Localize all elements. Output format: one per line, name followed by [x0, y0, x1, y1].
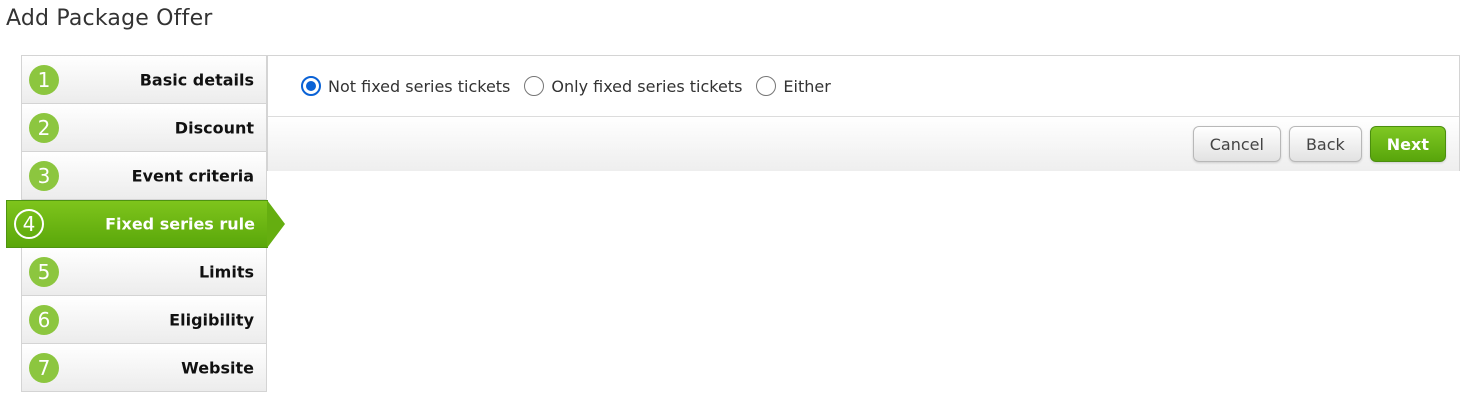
step-number-icon: 1	[29, 64, 59, 95]
fixed-series-panel: Not fixed series tickets Only fixed seri…	[267, 55, 1460, 171]
back-button[interactable]: Back	[1288, 126, 1362, 162]
radio-label: Either	[783, 76, 831, 96]
step-label: Fixed series rule	[105, 214, 255, 234]
radio-label: Only fixed series tickets	[551, 76, 743, 96]
action-bar: Cancel Back Next	[268, 116, 1459, 171]
step-number-icon: 3	[29, 160, 59, 191]
step-limits[interactable]: 5 Limits	[21, 248, 267, 296]
step-label: Limits	[198, 262, 254, 281]
step-label: Basic details	[139, 70, 254, 89]
radio-option-not-fixed[interactable]: Not fixed series tickets	[301, 76, 510, 96]
step-label: Website	[181, 358, 254, 377]
step-number-icon: 5	[29, 256, 59, 287]
radio-button[interactable]	[756, 76, 777, 96]
step-label: Event criteria	[131, 166, 254, 185]
radio-button[interactable]	[524, 76, 545, 96]
fixed-series-radio-group: Not fixed series tickets Only fixed seri…	[268, 56, 1459, 116]
step-eligibility[interactable]: 6 Eligibility	[21, 296, 267, 344]
page-title: Add Package Offer	[6, 6, 213, 31]
wizard-steps: 1 Basic details 2 Discount 3 Event crite…	[6, 55, 285, 392]
step-number-icon: 6	[29, 304, 59, 335]
step-number-icon: 4	[14, 209, 44, 239]
cancel-button[interactable]: Cancel	[1192, 126, 1281, 162]
radio-label: Not fixed series tickets	[328, 76, 511, 96]
next-button[interactable]: Next	[1369, 126, 1446, 162]
radio-option-only-fixed[interactable]: Only fixed series tickets	[524, 76, 742, 96]
step-number-icon: 7	[29, 352, 59, 383]
step-label: Eligibility	[169, 310, 254, 329]
step-discount[interactable]: 2 Discount	[21, 104, 267, 152]
step-number-icon: 2	[29, 112, 59, 143]
step-fixed-series-rule[interactable]: 4 Fixed series rule	[6, 200, 285, 248]
radio-option-either[interactable]: Either	[756, 76, 831, 96]
radio-button-selected[interactable]	[301, 76, 321, 96]
step-label: Discount	[174, 118, 254, 137]
step-basic-details[interactable]: 1 Basic details	[21, 55, 267, 104]
step-event-criteria[interactable]: 3 Event criteria	[21, 152, 267, 200]
step-website[interactable]: 7 Website	[21, 344, 267, 392]
